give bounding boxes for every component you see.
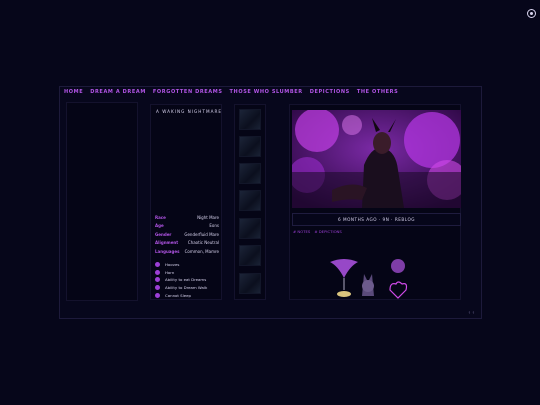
thumbnail[interactable] — [239, 218, 261, 239]
bullet-icon — [155, 292, 160, 298]
stat-label: Languages — [155, 248, 180, 254]
left-column — [66, 102, 138, 301]
stat-value: Chaotic Neutral — [187, 240, 219, 246]
stat-label: Age — [155, 223, 164, 229]
thumbnail[interactable] — [239, 245, 261, 266]
list-item: Hooves — [155, 261, 221, 269]
decorative-graphic — [326, 256, 414, 300]
list-item: Ability to eat Dreams — [155, 276, 221, 284]
stat-value: Night Mare — [197, 215, 219, 220]
stat-value: Eons — [209, 223, 219, 229]
ability-label: Cannot Sleep — [165, 292, 191, 298]
nav-depictions[interactable]: DEPICTIONS — [310, 89, 350, 95]
footer-credit: ↑ ↑ — [468, 311, 475, 315]
stat-languages: Languages Common, Mamre — [155, 248, 219, 256]
bullet-icon — [155, 277, 160, 283]
stat-alignment: Alignment Chaotic Neutral — [155, 239, 219, 247]
ability-label: Horn — [165, 269, 175, 275]
thumbnail[interactable] — [239, 190, 261, 211]
post-tags: # NOTES # DEPICTIONS — [293, 229, 342, 234]
bullet-icon — [155, 285, 160, 291]
stats-list: Race Night Mare Age Eons Gender Genderfl… — [155, 214, 219, 256]
nav-dream-a-dream[interactable]: DREAM A DREAM — [90, 89, 146, 95]
ability-label: Hooves — [165, 262, 180, 268]
nav-those-who-slumber[interactable]: THOSE WHO SLUMBER — [230, 89, 303, 95]
list-item: Cannot Sleep — [155, 291, 221, 299]
nav-forgotten-dreams[interactable]: FORGOTTEN DREAMS — [153, 89, 223, 95]
nav-home[interactable]: HOME — [64, 89, 83, 95]
stat-race: Race Night Mare — [155, 214, 219, 222]
post-meta[interactable]: 6 MONTHS AGO · 9N · REBLOG — [292, 213, 461, 226]
list-item: Horn — [155, 269, 221, 277]
stat-label: Alignment — [155, 240, 179, 246]
bullet-icon — [155, 269, 160, 275]
tag-link[interactable]: # DEPICTIONS — [314, 229, 341, 234]
profile-title: A WAKING NIGHTMARE — [156, 109, 223, 114]
stat-value: Genderfluid Mare — [184, 231, 219, 237]
stat-gender: Gender Genderfluid Mare — [155, 231, 219, 239]
bullet-icon — [155, 262, 160, 268]
stat-label: Race — [155, 215, 166, 220]
stat-age: Age Eons — [155, 222, 219, 230]
ability-label: Ability to Dream Walk — [165, 285, 208, 291]
stat-value: Common, Mamre — [184, 248, 219, 254]
ability-label: Ability to eat Dreams — [165, 277, 207, 283]
stat-label: Gender — [155, 231, 172, 237]
thumbnail[interactable] — [239, 109, 261, 130]
top-nav: HOME DREAM A DREAM FORGOTTEN DREAMS THOS… — [64, 89, 398, 95]
close-icon[interactable] — [527, 9, 536, 18]
thumbnail[interactable] — [239, 163, 261, 184]
thumbnail-column — [234, 104, 266, 300]
abilities-list: Hooves Horn Ability to eat Dreams Abilit… — [155, 261, 221, 299]
list-item: Ability to Dream Walk — [155, 284, 221, 292]
post-image[interactable] — [292, 110, 461, 208]
nav-the-others[interactable]: THE OTHERS — [357, 89, 398, 95]
thumbnail[interactable] — [239, 136, 261, 157]
thumbnail[interactable] — [239, 273, 261, 294]
tag-link[interactable]: # NOTES — [293, 229, 310, 234]
profile-panel: A WAKING NIGHTMARE Race Night Mare Age E… — [150, 104, 222, 300]
